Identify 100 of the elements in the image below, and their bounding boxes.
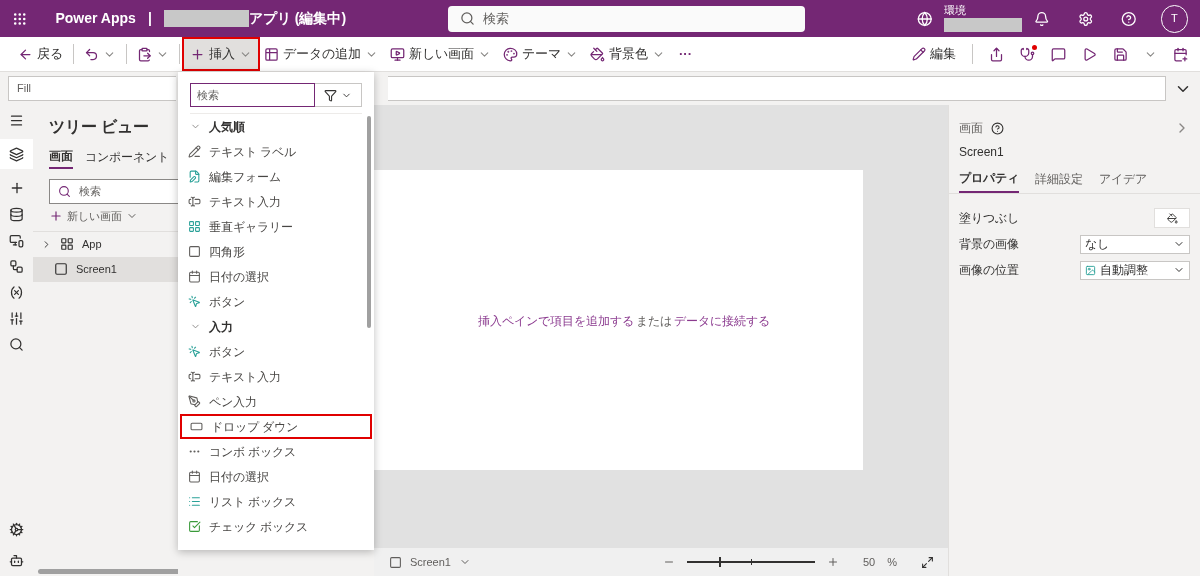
tree-node[interactable]: App <box>33 231 178 257</box>
environment-icon[interactable] <box>916 10 933 27</box>
insert-item[interactable]: ボタン <box>178 339 374 364</box>
property-dropdown[interactable]: なし <box>1080 234 1190 254</box>
insert-item[interactable]: リスト ボックス <box>178 489 374 514</box>
property-dropdown[interactable]: 自動調整 <box>1080 260 1190 280</box>
panel-title: ツリー ビュー <box>48 117 151 137</box>
zoom-value: 50 <box>862 554 876 570</box>
help-icon[interactable] <box>991 121 1004 135</box>
paint-bucket-icon <box>590 46 605 62</box>
form-icon <box>188 170 201 183</box>
pen-icon <box>188 395 201 408</box>
screen-button[interactable]: 新しい画面 <box>384 39 497 69</box>
menu-icon[interactable] <box>9 113 24 128</box>
filter-button[interactable] <box>315 83 362 107</box>
pencil-icon <box>912 47 926 61</box>
calendar-icon <box>188 270 201 283</box>
data-button[interactable]: データの追加 <box>258 39 384 69</box>
tree-node[interactable]: Screen1 <box>33 256 178 282</box>
checkbox-icon <box>188 520 201 533</box>
property-tab[interactable]: プロパティ <box>959 169 1019 193</box>
search-icon[interactable] <box>9 337 24 352</box>
rectangle-icon <box>188 245 201 258</box>
tree-view-tab[interactable] <box>0 139 33 169</box>
insert-item[interactable]: 編集フォーム <box>178 164 374 189</box>
plus-icon <box>190 46 205 62</box>
property-tab[interactable]: アイデア <box>1099 169 1147 193</box>
paint-bucket-icon <box>1166 212 1178 224</box>
publish-icon[interactable] <box>1173 46 1188 62</box>
fit-icon[interactable] <box>921 555 934 569</box>
media-icon[interactable] <box>9 233 24 248</box>
property-tab[interactable]: 詳細設定 <box>1035 169 1083 193</box>
tree-tab[interactable]: コンポーネント <box>85 147 169 169</box>
control-name: Screen1 <box>958 144 1005 161</box>
settings-icon[interactable] <box>9 522 24 537</box>
tools-icon[interactable] <box>9 311 24 326</box>
search-field[interactable]: 検索 <box>49 179 178 204</box>
search-field[interactable]: 検索 <box>190 83 315 107</box>
connect-data-link[interactable]: データに接続する <box>674 314 770 328</box>
environment-label: 環境 <box>944 5 968 16</box>
screen-icon <box>389 555 402 569</box>
app-launcher-icon[interactable] <box>12 10 28 27</box>
theme-button[interactable]: テーマ <box>497 39 584 69</box>
layers-icon <box>9 146 24 162</box>
canvas-text: または <box>636 314 672 328</box>
app-checker-button[interactable] <box>1020 46 1035 62</box>
pointer-icon <box>188 345 201 358</box>
share-icon[interactable] <box>989 46 1004 62</box>
insert-item[interactable]: テキスト入力 <box>178 189 374 214</box>
formula-input[interactable] <box>388 76 1166 101</box>
insert-item[interactable]: テキスト入力 <box>178 364 374 389</box>
zoom-in-icon[interactable] <box>826 556 839 568</box>
screen-selector[interactable]: Screen1 <box>389 553 471 571</box>
property-label: 塗りつぶし <box>959 210 1019 227</box>
back-button[interactable]: 戻る <box>12 39 69 69</box>
background-button[interactable]: 背景色 <box>584 39 671 69</box>
insert-link[interactable]: 挿入ペインで項目を追加する <box>478 314 634 328</box>
variable-icon[interactable] <box>9 285 24 300</box>
property-label: 背景の画像 <box>959 236 1019 253</box>
table-icon <box>264 46 279 62</box>
insert-item[interactable]: チェック ボックス <box>178 514 374 539</box>
palette-icon <box>503 46 518 62</box>
settings-icon[interactable] <box>1077 10 1094 27</box>
insert-item[interactable]: 四角形 <box>178 239 374 264</box>
zoom-slider[interactable] <box>686 557 815 567</box>
insert-button[interactable]: 挿入 <box>184 39 258 69</box>
formula-field[interactable]: Fill <box>8 76 176 101</box>
search-icon <box>460 11 476 26</box>
control-type: 画面 <box>959 120 983 137</box>
insert-item[interactable]: ドロップ ダウン <box>180 414 372 439</box>
section-header[interactable]: 人気順 <box>178 114 245 139</box>
insert-item[interactable]: 日付の選択 <box>178 464 374 489</box>
section-header[interactable]: 入力 <box>178 314 233 339</box>
fill-color-button[interactable] <box>1154 208 1190 228</box>
title-separator: | <box>147 9 152 28</box>
new-screen-button[interactable]: 新しい画面 <box>49 208 138 225</box>
insert-item[interactable]: 垂直ギャラリー <box>178 214 374 239</box>
edit-button[interactable]: 編集 <box>912 44 956 64</box>
app-title: アプリ (編集中) <box>248 9 347 28</box>
bot-icon[interactable] <box>9 553 24 568</box>
insert-item[interactable]: 日付の選択 <box>178 264 374 289</box>
insert-item[interactable]: テキスト ラベル <box>178 139 374 164</box>
list-icon <box>188 495 201 508</box>
save-icon[interactable] <box>1113 46 1128 62</box>
insert-item[interactable]: ペン入力 <box>178 389 374 414</box>
search-field[interactable]: 検索 <box>448 5 805 32</box>
insert-item[interactable]: コンボ ボックス <box>178 439 374 464</box>
tree-tab[interactable]: 画面 <box>49 147 73 169</box>
text-input-icon <box>188 370 201 383</box>
stethoscope-icon <box>1020 46 1035 62</box>
more-button[interactable]: ··· <box>679 44 692 64</box>
play-icon[interactable] <box>1082 46 1097 62</box>
database-icon[interactable] <box>9 207 24 222</box>
flow-icon[interactable] <box>9 259 24 274</box>
clipboard-icon <box>137 46 152 62</box>
pointer-icon <box>188 295 201 308</box>
notification-icon[interactable] <box>1034 10 1050 27</box>
insert-item[interactable]: ボタン <box>178 289 374 314</box>
comment-icon[interactable] <box>1051 46 1066 62</box>
zoom-thumb[interactable] <box>718 557 721 567</box>
